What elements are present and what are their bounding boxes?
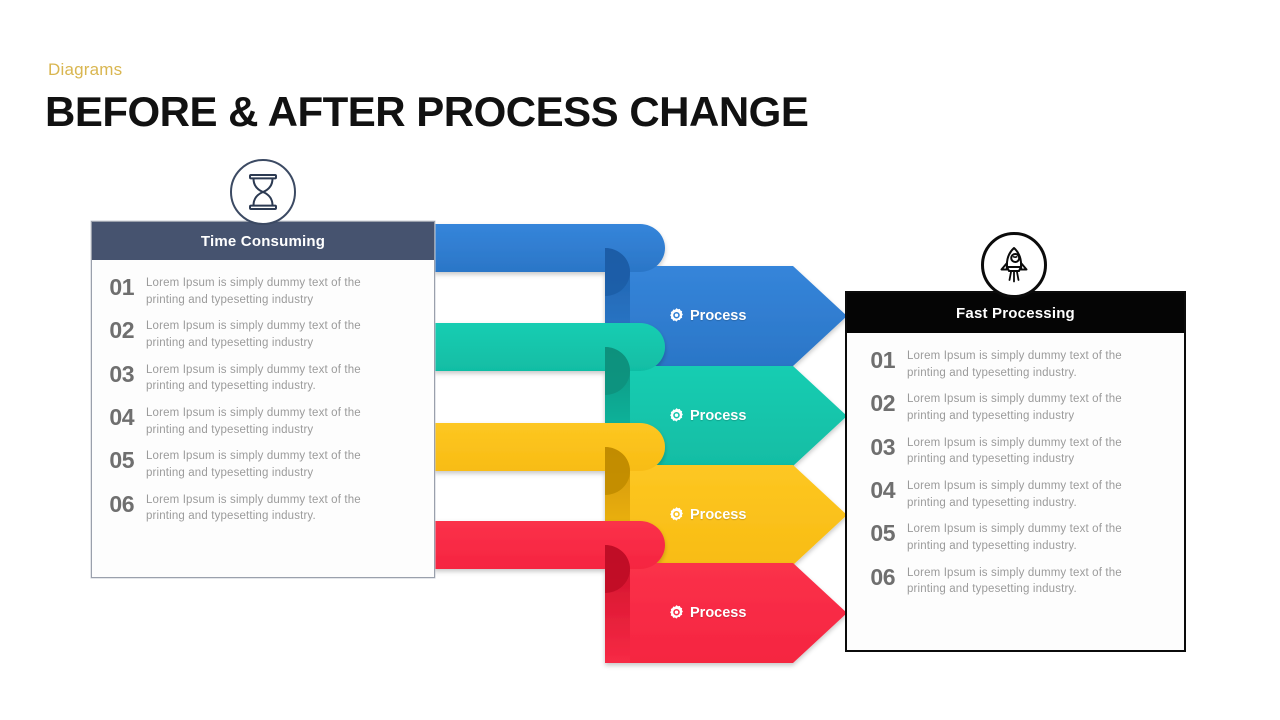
before-panel[interactable]: Time Consuming 01 Lorem Ipsum is simply … [91,221,435,578]
gear-icon [670,308,683,322]
ribbon-label-text: Process [690,407,747,424]
gear-icon [670,507,683,521]
gear-icon [670,408,683,422]
after-panel-heading: Fast Processing [847,293,1184,333]
list-item-number: 02 [109,317,134,344]
ribbon-label-1[interactable]: Process [668,307,746,324]
list-item[interactable]: 05 Lorem Ipsum is simply dummy text of t… [92,443,434,486]
before-panel-list: 01 Lorem Ipsum is simply dummy text of t… [92,260,434,538]
ribbon-label-2[interactable]: Process [668,407,746,424]
list-item[interactable]: 02 Lorem Ipsum is simply dummy text of t… [92,313,434,356]
list-item-number: 02 [870,390,895,417]
list-item[interactable]: 01 Lorem Ipsum is simply dummy text of t… [847,343,1184,386]
list-item-number: 04 [870,477,895,504]
after-panel[interactable]: Fast Processing 01 Lorem Ipsum is simply… [845,291,1186,652]
ribbon-label-4[interactable]: Process [668,604,746,621]
list-item-number: 01 [109,274,134,300]
list-item-text: Lorem Ipsum is simply dummy text of the … [146,277,361,306]
list-item-number: 05 [109,447,134,474]
list-item-text: Lorem Ipsum is simply dummy text of the … [146,493,361,523]
list-item-text: Lorem Ipsum is simply dummy text of the … [907,436,1122,466]
list-item[interactable]: 02 Lorem Ipsum is simply dummy text of t… [847,386,1184,429]
list-item[interactable]: 04 Lorem Ipsum is simply dummy text of t… [847,473,1184,516]
list-item[interactable]: 03 Lorem Ipsum is simply dummy text of t… [847,430,1184,473]
list-item-text: Lorem Ipsum is simply dummy text of the … [907,393,1122,423]
list-item-number: 03 [109,360,134,387]
ribbon-label-text: Process [690,307,747,324]
gear-icon [670,605,683,619]
list-item-number: 04 [109,404,134,431]
ribbon-label-3[interactable]: Process [668,506,746,523]
before-panel-heading: Time Consuming [92,222,434,260]
list-item-text: Lorem Ipsum is simply dummy text of the … [146,450,361,480]
list-item[interactable]: 06 Lorem Ipsum is simply dummy text of t… [847,560,1184,603]
list-item-text: Lorem Ipsum is simply dummy text of the … [907,523,1122,553]
list-item-number: 05 [870,520,895,547]
ribbon-label-text: Process [690,604,747,621]
list-item-number: 06 [109,490,134,517]
list-item-number: 03 [870,433,895,460]
ribbon-label-text: Process [690,506,747,523]
hourglass-icon [249,174,277,210]
list-item-text: Lorem Ipsum is simply dummy text of the … [146,407,361,436]
list-item[interactable]: 04 Lorem Ipsum is simply dummy text of t… [92,400,434,443]
list-item-text: Lorem Ipsum is simply dummy text of the … [907,350,1122,379]
after-panel-list: 01 Lorem Ipsum is simply dummy text of t… [847,333,1184,611]
list-item-text: Lorem Ipsum is simply dummy text of the … [146,320,361,350]
hourglass-badge[interactable] [230,159,296,225]
list-item-text: Lorem Ipsum is simply dummy text of the … [907,480,1122,509]
list-item[interactable]: 03 Lorem Ipsum is simply dummy text of t… [92,357,434,400]
list-item-number: 06 [870,563,895,590]
rocket-badge[interactable] [981,232,1047,298]
list-item-number: 01 [870,347,895,373]
list-item-text: Lorem Ipsum is simply dummy text of the … [146,363,361,393]
rocket-icon [1000,247,1028,283]
list-item[interactable]: 06 Lorem Ipsum is simply dummy text of t… [92,487,434,530]
list-item[interactable]: 05 Lorem Ipsum is simply dummy text of t… [847,516,1184,559]
list-item[interactable]: 01 Lorem Ipsum is simply dummy text of t… [92,270,434,313]
list-item-text: Lorem Ipsum is simply dummy text of the … [907,566,1122,596]
